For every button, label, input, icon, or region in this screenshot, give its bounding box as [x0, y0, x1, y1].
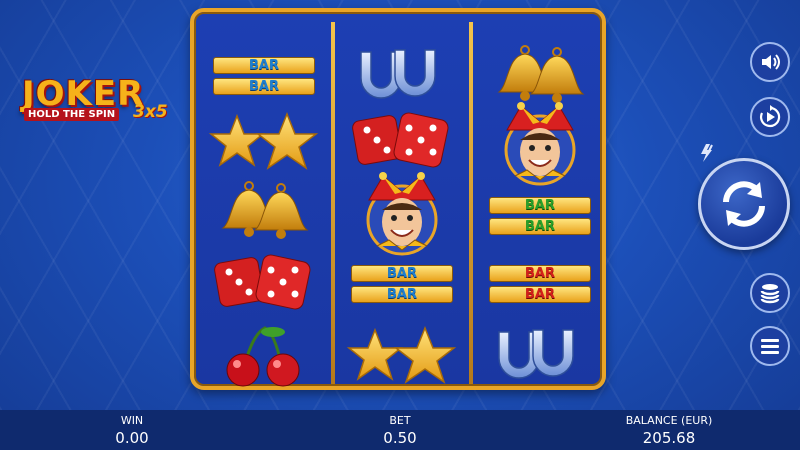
bar-symbol: BAR BAR [489, 263, 591, 305]
bar-symbol: BAR BAR [489, 195, 591, 237]
star-icon [209, 111, 319, 170]
horseshoe-icon [498, 329, 574, 379]
bar-symbol-cell: BAR BAR [476, 250, 604, 318]
game-logo: JOKER HOLD THE SPIN 3x5 [18, 74, 178, 128]
dice-symbol [200, 250, 328, 318]
hamburger-icon [761, 339, 779, 354]
bar-label: BAR [213, 57, 315, 74]
bar-symbol-cell: BAR BAR [476, 182, 604, 250]
bar-label: BAR [489, 197, 591, 214]
reel-divider [331, 22, 335, 384]
joker-symbol [476, 102, 604, 188]
speaker-icon [762, 54, 780, 70]
bar-label: BAR [213, 78, 315, 95]
autoplay-icon [759, 105, 781, 128]
bar-label: BAR [489, 218, 591, 235]
coin-stack-icon [760, 284, 780, 304]
star-symbol [338, 322, 466, 390]
spin-button[interactable] [698, 158, 790, 250]
star-icon [347, 325, 457, 384]
bet-display: BET 0.50 [368, 410, 432, 447]
bar-label: BAR [489, 286, 591, 303]
joker-icon [504, 102, 576, 186]
bell-symbol [476, 42, 604, 110]
reel-3: BAR BAR BAR BAR [476, 22, 604, 384]
lightning-icon[interactable] [697, 142, 719, 164]
bell-icon [221, 181, 309, 239]
bet-button[interactable] [750, 273, 790, 313]
bar-label: BAR [351, 286, 453, 303]
bet-label: BET [389, 414, 411, 427]
bar-symbol-cell: BAR BAR [200, 42, 328, 110]
dice-icon [352, 112, 449, 168]
dice-icon [214, 254, 311, 310]
bar-label: BAR [489, 265, 591, 282]
autoplay-button[interactable] [750, 97, 790, 137]
win-label: WIN [120, 414, 144, 427]
joker-icon [366, 172, 438, 256]
balance-display: BALANCE (EUR) 205.68 [604, 410, 734, 447]
reel-divider [469, 22, 473, 384]
bar-symbol-cell: BAR BAR [338, 250, 466, 318]
spin-arrows-icon [723, 181, 765, 227]
star-symbol [200, 108, 328, 176]
win-display: WIN 0.00 [100, 410, 164, 447]
cherry-symbol [200, 322, 328, 390]
reel-2: BAR BAR [338, 22, 466, 384]
horseshoe-symbol [338, 42, 466, 110]
logo-subtitle: HOLD THE SPIN [24, 108, 120, 121]
joker-symbol [338, 172, 466, 258]
reel-1: BAR BAR [200, 22, 328, 387]
bell-symbol [200, 178, 328, 246]
bet-value: 0.50 [383, 429, 417, 447]
bell-icon [497, 45, 585, 103]
bar-label: BAR [351, 265, 453, 282]
reels-frame: BAR BAR BAR BAR BAR BAR BAR BAR [190, 8, 606, 390]
balance-label: BALANCE (EUR) [625, 414, 713, 427]
horseshoe-symbol [476, 322, 604, 390]
horseshoe-icon [360, 49, 436, 99]
sound-button[interactable] [750, 42, 790, 82]
win-value: 0.00 [115, 429, 149, 447]
footer-bar: WIN 0.00 BET 0.50 BALANCE (EUR) 205.68 [0, 410, 800, 450]
logo-variant: 3x5 [133, 102, 168, 122]
bar-symbol: BAR BAR [351, 263, 453, 305]
menu-button[interactable] [750, 326, 790, 366]
bar-symbol: BAR BAR [213, 55, 315, 97]
cherry-icon [226, 326, 300, 387]
dice-symbol [338, 108, 466, 176]
balance-value: 205.68 [642, 429, 696, 447]
